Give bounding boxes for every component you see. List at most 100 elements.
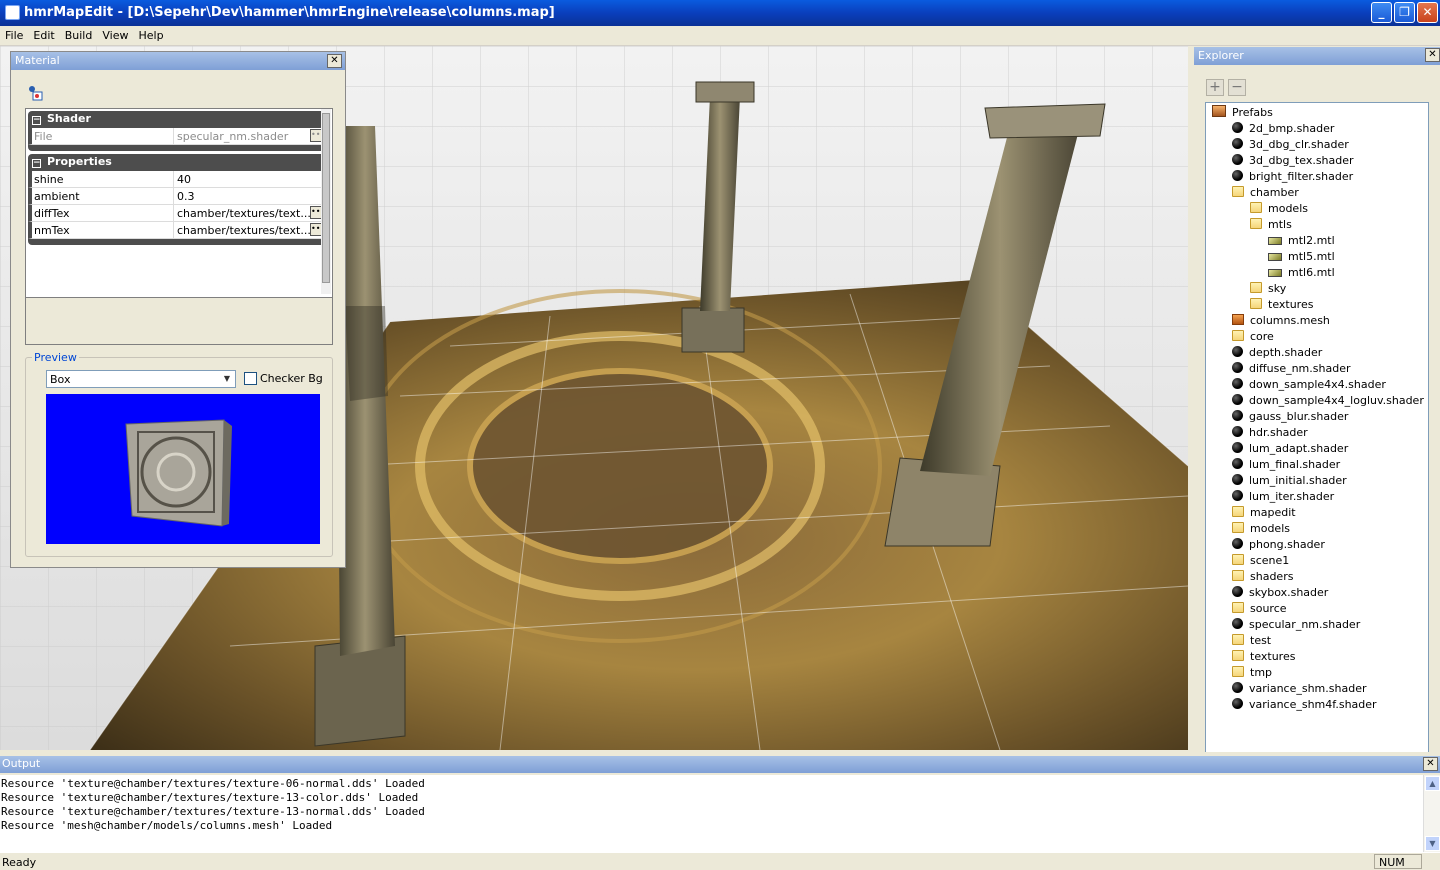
tree-item[interactable]: skybox.shader xyxy=(1232,585,1328,601)
tree-item[interactable]: mtl6.mtl xyxy=(1268,265,1335,281)
tree-item[interactable]: phong.shader xyxy=(1232,537,1325,553)
tree-item[interactable]: scene1 xyxy=(1232,553,1289,569)
close-window-button[interactable]: ✕ xyxy=(1417,2,1438,23)
shader-icon xyxy=(1232,154,1243,165)
tree-item[interactable]: 2d_bmp.shader xyxy=(1232,121,1334,137)
tree-item[interactable]: tmp xyxy=(1232,665,1272,681)
tree-item[interactable]: textures xyxy=(1250,297,1313,313)
prop-key: shine xyxy=(32,171,174,187)
tree-item[interactable]: depth.shader xyxy=(1232,345,1322,361)
folder-icon xyxy=(1232,666,1244,677)
app-icon xyxy=(5,5,20,20)
tree-item[interactable]: core xyxy=(1232,329,1274,345)
tree-item[interactable]: gauss_blur.shader xyxy=(1232,409,1348,425)
chevron-down-icon[interactable]: ▼ xyxy=(220,372,234,386)
scroll-up-icon[interactable]: ▲ xyxy=(1425,776,1440,791)
tree-item[interactable]: shaders xyxy=(1232,569,1293,585)
shader-icon xyxy=(1232,538,1243,549)
prop-row-nmtex[interactable]: nmTex chamber/textures/text... ••• xyxy=(28,222,330,239)
shader-icon xyxy=(1232,394,1243,405)
tree-item[interactable]: 3d_dbg_tex.shader xyxy=(1232,153,1354,169)
shader-group-header[interactable]: − Shader xyxy=(28,111,330,128)
tree-item[interactable]: textures xyxy=(1232,649,1295,665)
tree-item[interactable]: hdr.shader xyxy=(1232,425,1308,441)
tree-item[interactable]: variance_shm.shader xyxy=(1232,681,1367,697)
remove-icon[interactable]: − xyxy=(1228,79,1246,96)
folder-icon xyxy=(1232,634,1244,645)
tree-item[interactable]: variance_shm4f.shader xyxy=(1232,697,1377,713)
tree-item-label: shaders xyxy=(1250,570,1294,583)
tree-item[interactable]: models xyxy=(1250,201,1308,217)
property-grid-scrollbar[interactable] xyxy=(321,109,331,294)
tree-item[interactable]: lum_final.shader xyxy=(1232,457,1340,473)
material-preview-canvas[interactable] xyxy=(46,394,320,544)
menu-build[interactable]: Build xyxy=(60,26,98,42)
apply-material-icon[interactable] xyxy=(27,84,45,102)
folder-icon xyxy=(1232,554,1244,565)
output-log[interactable]: Resource 'texture@chamber/textures/textu… xyxy=(0,775,1423,852)
tree-item[interactable]: lum_initial.shader xyxy=(1232,473,1347,489)
tree-item-label: phong.shader xyxy=(1249,538,1325,551)
prop-value[interactable]: chamber/textures/text... xyxy=(177,207,311,220)
prop-value[interactable]: 0.3 xyxy=(174,188,326,204)
log-line: Resource 'texture@chamber/textures/textu… xyxy=(1,777,425,790)
tree-item-label: chamber xyxy=(1250,186,1299,199)
menu-help[interactable]: Help xyxy=(133,26,168,42)
folder-icon xyxy=(1232,186,1244,197)
tree-item[interactable]: lum_adapt.shader xyxy=(1232,441,1348,457)
tree-item[interactable]: specular_nm.shader xyxy=(1232,617,1360,633)
shader-icon xyxy=(1232,410,1243,421)
minimize-button[interactable]: _ xyxy=(1371,2,1392,23)
material-icon xyxy=(1268,237,1282,245)
add-icon[interactable]: + xyxy=(1206,79,1224,96)
prop-row-shine[interactable]: shine 40 xyxy=(28,171,330,188)
tree-item[interactable]: mtl2.mtl xyxy=(1268,233,1335,249)
collapse-icon[interactable]: − xyxy=(32,116,41,125)
menu-file[interactable]: File xyxy=(0,26,28,42)
preview-shape-value: Box xyxy=(50,373,71,386)
explorer-panel: Explorer ✕ + − Prefabs 2d_bmp.shader 3d_db… xyxy=(1190,46,1440,788)
tree-item[interactable]: mapedit xyxy=(1232,505,1296,521)
tree-item[interactable]: 3d_dbg_clr.shader xyxy=(1232,137,1349,153)
tree-item[interactable]: bright_filter.shader xyxy=(1232,169,1353,185)
tree-item-label: variance_shm4f.shader xyxy=(1249,698,1377,711)
prop-value[interactable]: chamber/textures/text... xyxy=(177,224,311,237)
menu-view[interactable]: View xyxy=(97,26,133,42)
prop-row-file[interactable]: File specular_nm.shader ••• xyxy=(28,128,330,145)
tree-item[interactable]: mtls xyxy=(1250,217,1292,233)
tree-item-label: sky xyxy=(1268,282,1287,295)
tree-item[interactable]: mtl5.mtl xyxy=(1268,249,1335,265)
output-close-button[interactable]: ✕ xyxy=(1423,757,1438,771)
prop-value[interactable]: 40 xyxy=(174,171,326,187)
tree-item[interactable]: chamber xyxy=(1232,185,1299,201)
tree-item[interactable]: diffuse_nm.shader xyxy=(1232,361,1351,377)
preview-shape-select[interactable]: Box ▼ xyxy=(46,370,236,388)
prop-row-difftex[interactable]: diffTex chamber/textures/text... ••• xyxy=(28,205,330,222)
tree-item[interactable]: down_sample4x4_logluv.shader xyxy=(1232,393,1424,409)
tree-item-label: models xyxy=(1250,522,1290,535)
material-close-button[interactable]: ✕ xyxy=(327,54,342,68)
properties-group-header[interactable]: − Properties xyxy=(28,154,330,171)
tree-item-label: Prefabs xyxy=(1232,106,1273,119)
shader-icon xyxy=(1232,122,1243,133)
restore-button[interactable]: ❐ xyxy=(1394,2,1415,23)
tree-item[interactable]: columns.mesh xyxy=(1232,313,1330,329)
collapse-icon[interactable]: − xyxy=(32,159,41,168)
prop-row-ambient[interactable]: ambient 0.3 xyxy=(28,188,330,205)
tree-item[interactable]: sky xyxy=(1250,281,1286,297)
explorer-tree[interactable]: Prefabs 2d_bmp.shader 3d_dbg_clr.shader 3d_… xyxy=(1205,102,1429,788)
menu-edit[interactable]: Edit xyxy=(28,26,59,42)
tree-item[interactable]: Prefabs xyxy=(1212,105,1273,121)
tree-item[interactable]: source xyxy=(1232,601,1287,617)
tree-item[interactable]: lum_iter.shader xyxy=(1232,489,1334,505)
num-lock-indicator: NUM xyxy=(1374,854,1422,869)
material-icon xyxy=(1268,253,1282,261)
explorer-close-button[interactable]: ✕ xyxy=(1425,48,1440,62)
prefab-icon xyxy=(1212,105,1226,117)
output-scrollbar[interactable]: ▲ ▼ xyxy=(1423,775,1440,852)
tree-item[interactable]: models xyxy=(1232,521,1290,537)
checker-bg-checkbox[interactable] xyxy=(244,372,257,385)
tree-item[interactable]: test xyxy=(1232,633,1271,649)
scroll-down-icon[interactable]: ▼ xyxy=(1425,836,1440,851)
tree-item[interactable]: down_sample4x4.shader xyxy=(1232,377,1386,393)
